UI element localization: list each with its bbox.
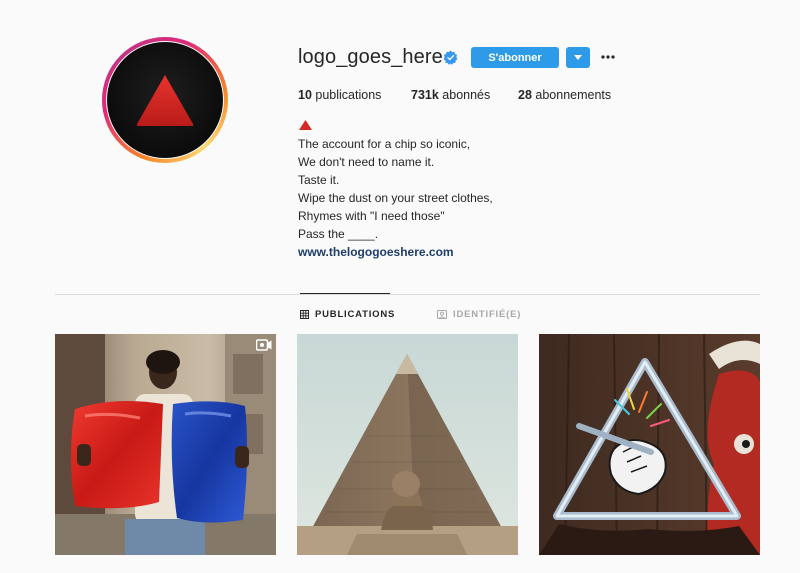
tab-label: IDENTIFIÉ(E) xyxy=(453,309,522,320)
posts-label: publications xyxy=(315,88,382,102)
post-thumbnail[interactable] xyxy=(539,334,760,555)
post-image-pyramid xyxy=(297,334,518,555)
bio-line: Taste it. xyxy=(298,173,340,187)
post-image-cartoon-triangle xyxy=(539,334,760,555)
tab-tagged[interactable]: IDENTIFIÉ(E) xyxy=(437,309,521,320)
posts-count: 10 xyxy=(298,88,312,102)
bio-line: Rhymes with "I need those" xyxy=(298,209,445,223)
post-thumbnail[interactable] xyxy=(55,334,276,555)
follow-button[interactable]: S'abonner xyxy=(471,47,559,68)
post-thumbnail[interactable] xyxy=(297,334,518,555)
tagged-icon xyxy=(437,310,447,319)
more-options-icon[interactable] xyxy=(601,55,615,59)
verified-badge-icon xyxy=(443,50,458,65)
red-triangle-emoji-icon xyxy=(299,120,312,130)
followers-count: 731k xyxy=(411,88,439,102)
post-image-chip-bags xyxy=(55,334,276,555)
caret-down-icon xyxy=(574,55,582,60)
profile-username: logo_goes_here xyxy=(298,46,443,68)
following-label: abonnements xyxy=(535,88,612,102)
reel-icon xyxy=(256,339,272,351)
tabs-divider xyxy=(55,294,760,295)
posts-count-stat: 10 publications xyxy=(298,88,381,102)
following-stat[interactable]: 28 abonnements xyxy=(518,88,611,102)
avatar-logo xyxy=(107,42,223,158)
bio-line: The account for a chip so iconic, xyxy=(298,137,471,151)
red-triangle-logo-icon xyxy=(136,75,194,126)
tab-publications[interactable]: PUBLICATIONS xyxy=(300,309,395,320)
following-count: 28 xyxy=(518,88,532,102)
grid-icon xyxy=(300,310,309,319)
profile-avatar[interactable] xyxy=(102,37,228,163)
active-tab-indicator xyxy=(300,293,390,294)
bio-line: We don't need to name it. xyxy=(298,155,435,169)
bio-line: Pass the ____. xyxy=(298,227,379,241)
tab-label: PUBLICATIONS xyxy=(315,309,396,320)
bio-line: Wipe the dust on your street clothes, xyxy=(298,191,493,205)
bio-website-link[interactable]: www.thelogogoeshere.com xyxy=(298,245,454,259)
followers-stat[interactable]: 731k abonnés xyxy=(411,88,490,102)
followers-label: abonnés xyxy=(442,88,491,102)
suggestions-dropdown-button[interactable] xyxy=(566,47,590,68)
